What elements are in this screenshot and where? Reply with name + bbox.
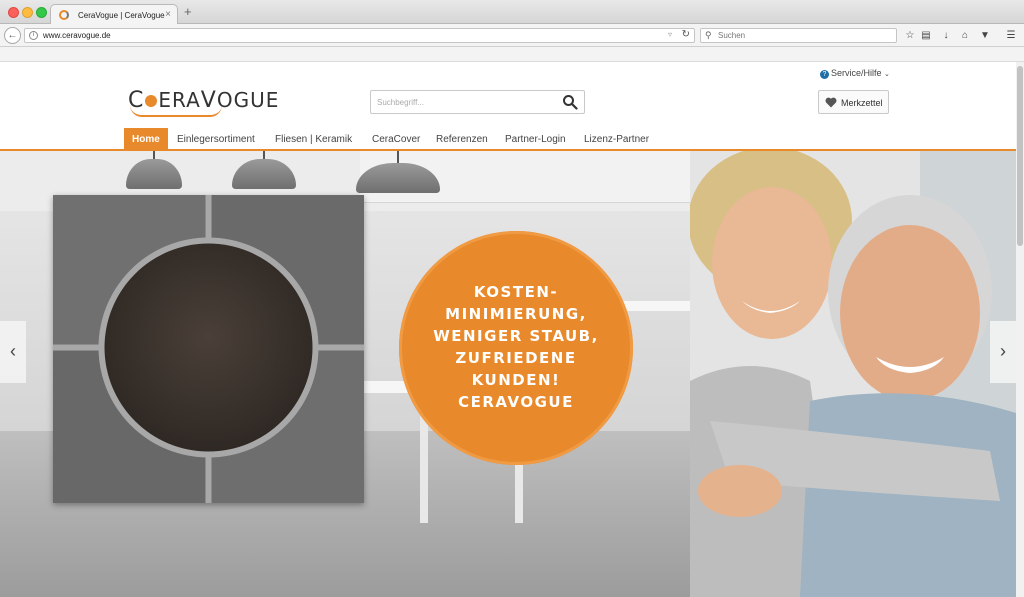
tile-inlay-image — [53, 195, 364, 503]
question-icon: ? — [820, 70, 829, 79]
browser-search-placeholder: Suchen — [718, 31, 746, 40]
hero-couple-photo — [690, 151, 1016, 597]
nav-item-einlegersortiment[interactable]: Einlegersortiment — [177, 128, 255, 151]
browser-titlebar: CeraVogue | CeraVogue × + — [0, 0, 1024, 25]
nav-item-partner-login[interactable]: Partner-Login — [505, 128, 566, 151]
merkzettel-button[interactable]: Merkzettel — [818, 90, 889, 114]
hamburger-menu-icon[interactable]: ☰ — [1005, 30, 1017, 41]
tile-inlay-graphic — [53, 195, 364, 503]
page-scrollbar-thumb[interactable] — [1017, 66, 1023, 246]
website-viewport: ? Service/Hilfe ⌄ C ERAVOGUE Suchbegriff..… — [0, 62, 1016, 597]
browser-search-bar[interactable]: ⚲ Suchen — [700, 28, 897, 43]
nav-item-referenzen[interactable]: Referenzen — [436, 128, 488, 151]
badge-line: KOSTEN- — [473, 283, 559, 301]
close-window-button[interactable] — [8, 7, 19, 18]
badge-line: MINIMIERUNG, — [445, 305, 587, 323]
chevron-left-icon: ‹ — [10, 341, 16, 361]
clipboard-icon[interactable]: ▤ — [920, 30, 932, 41]
back-arrow-icon[interactable]: ← — [4, 27, 21, 44]
star-icon[interactable]: ☆ — [904, 30, 916, 41]
browser-navbar: ← i www.ceravogue.de ▿ ↻ ⚲ Suchen ☆ ▤ ↓ … — [0, 24, 1024, 47]
magnifier-icon: ⚲ — [705, 30, 712, 40]
site-favicon-icon — [59, 10, 69, 20]
nav-item-lizenz-partner[interactable]: Lizenz-Partner — [584, 128, 649, 151]
url-dropdown-icon[interactable]: ▿ — [668, 30, 672, 39]
logo-swoosh — [130, 105, 222, 117]
site-search-input[interactable]: Suchbegriff... — [370, 90, 585, 114]
tab-close-icon[interactable]: × — [165, 9, 171, 20]
nav-item-home[interactable]: Home — [124, 128, 168, 151]
reload-icon[interactable]: ↻ — [682, 29, 690, 40]
home-icon[interactable]: ⌂ — [959, 30, 971, 41]
service-label: Service/Hilfe — [831, 68, 882, 78]
search-icon[interactable] — [562, 94, 578, 110]
browser-toolbar-spacer — [0, 47, 1024, 62]
service-help-menu[interactable]: ? Service/Hilfe ⌄ — [820, 68, 890, 79]
badge-line: CERAVOGUE — [458, 393, 574, 411]
browser-tab[interactable]: CeraVogue | CeraVogue × — [50, 4, 178, 25]
lamp-cord — [397, 151, 399, 163]
nav-item-fliesen-keramik[interactable]: Fliesen | Keramik — [275, 128, 352, 151]
chevron-right-icon: › — [1000, 341, 1006, 361]
badge-line: KUNDEN! — [471, 371, 561, 389]
main-navigation: Home Einlegersortiment Fliesen | Keramik… — [0, 128, 1016, 151]
hero-slider: KOSTEN- MINIMIERUNG, WENIGER STAUB, ZUFR… — [0, 151, 1016, 597]
hero-slogan-badge: KOSTEN- MINIMIERUNG, WENIGER STAUB, ZUFR… — [399, 231, 633, 465]
url-text[interactable]: www.ceravogue.de — [43, 31, 111, 40]
new-tab-button[interactable]: + — [184, 4, 192, 19]
slider-prev-button[interactable]: ‹ — [0, 321, 26, 383]
download-icon[interactable]: ↓ — [940, 30, 952, 41]
heart-icon — [825, 97, 837, 108]
merkzettel-label: Merkzettel — [841, 98, 883, 108]
nav-item-ceracover[interactable]: CeraCover — [372, 128, 420, 151]
search-placeholder: Suchbegriff... — [377, 98, 424, 107]
pocket-icon[interactable]: ▼ — [979, 30, 991, 41]
badge-line: WENIGER STAUB, — [433, 327, 599, 345]
slider-next-button[interactable]: › — [990, 321, 1016, 383]
url-bar[interactable]: i www.ceravogue.de ▿ ↻ — [24, 28, 695, 43]
badge-line: ZUFRIEDENE — [455, 349, 577, 367]
chevron-down-icon: ⌄ — [884, 71, 890, 78]
minimize-window-button[interactable] — [22, 7, 33, 18]
info-icon[interactable]: i — [29, 31, 38, 40]
zoom-window-button[interactable] — [36, 7, 47, 18]
tab-title: CeraVogue | CeraVogue — [78, 11, 165, 20]
